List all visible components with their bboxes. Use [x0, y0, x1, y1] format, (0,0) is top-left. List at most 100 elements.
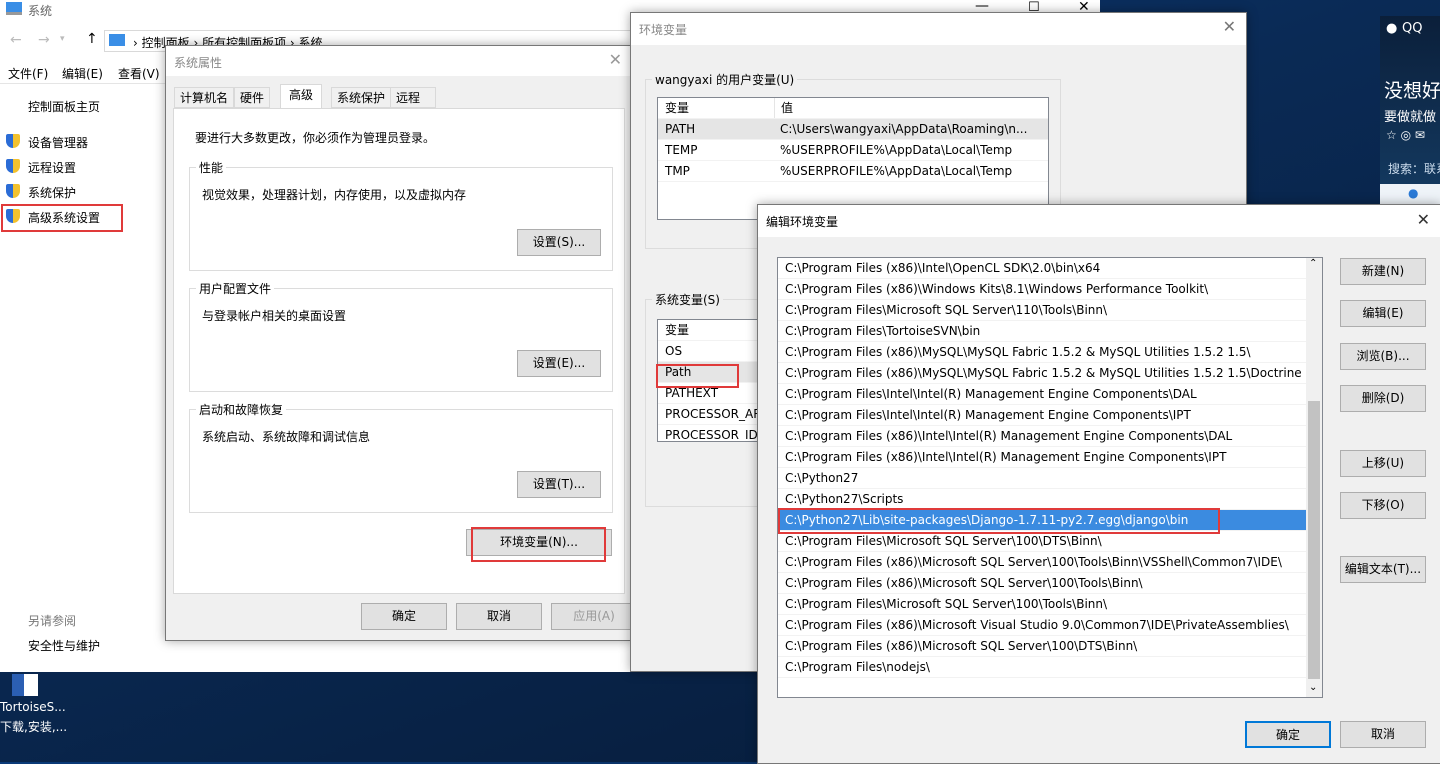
new-button[interactable]: 新建(N) — [1340, 258, 1426, 285]
path-list-item[interactable]: C:\Program Files (x86)\MySQL\MySQL Fabri… — [778, 342, 1306, 363]
group-label: 性能 — [196, 159, 227, 176]
table-row[interactable]: TEMP %USERPROFILE%\AppData\Local\Temp — [658, 140, 1048, 161]
variable-value: C:\Users\wangyaxi\AppData\Roaming\n... — [780, 122, 1028, 136]
highlight-box — [471, 527, 606, 562]
up-icon[interactable]: ↑ — [86, 31, 98, 47]
variable-value: %USERPROFILE%\AppData\Local\Temp — [780, 164, 1013, 178]
user-variables-table[interactable]: 变量值 PATH C:\Users\wangyaxi\AppData\Roamin… — [657, 97, 1049, 220]
table-row[interactable]: TMP %USERPROFILE%\AppData\Local\Temp — [658, 161, 1048, 182]
table-row[interactable]: PATH C:\Users\wangyaxi\AppData\Roaming\n.… — [658, 119, 1048, 140]
menu-divider — [0, 83, 165, 84]
path-list-item[interactable]: C:\Program Files (x86)\Microsoft SQL Ser… — [778, 636, 1306, 657]
path-list-item[interactable]: C:\Python27 — [778, 468, 1306, 489]
variable-name: TMP — [665, 164, 690, 178]
edit-button[interactable]: 编辑(E) — [1340, 300, 1426, 327]
title-bar — [166, 46, 632, 76]
qq-panel: ● QQ 没想好 要做就做 ☆ ◎ ✉ 搜索：联系 — [1380, 16, 1440, 184]
qq-star-icon[interactable]: ☆ ◎ ✉ — [1386, 128, 1425, 142]
group-description: 视觉效果，处理器计划，内存使用，以及虚拟内存 — [202, 188, 467, 202]
cancel-button[interactable]: 取消 — [1340, 721, 1426, 748]
sidebar-remote-settings[interactable]: 远程设置 — [28, 159, 76, 176]
path-list[interactable]: C:\Program Files (x86)\Intel\OpenCL SDK\… — [777, 257, 1323, 698]
path-list-item[interactable]: C:\Program Files (x86)\Intel\Intel(R) Ma… — [778, 447, 1306, 468]
scrollbar-thumb[interactable] — [1308, 401, 1320, 679]
forward-icon[interactable]: → — [38, 32, 50, 48]
window-title: 系统 — [28, 4, 53, 18]
admin-note: 要进行大多数更改，你必须作为管理员登录。 — [195, 131, 436, 145]
column-header-value[interactable]: 值 — [774, 98, 1048, 118]
sidebar-system-protection[interactable]: 系统保护 — [28, 184, 76, 201]
path-list-item[interactable]: C:\Python27\Scripts — [778, 489, 1306, 510]
ok-button[interactable]: 确定 — [361, 603, 447, 630]
qq-title: QQ — [1402, 21, 1423, 36]
browse-button[interactable]: 浏览(B)... — [1340, 343, 1426, 370]
cancel-button[interactable]: 取消 — [456, 603, 542, 630]
tab-advanced[interactable]: 高级 — [280, 84, 323, 109]
menu-edit[interactable]: 编辑(E) — [62, 65, 103, 82]
tab-hardware[interactable]: 硬件 — [234, 87, 271, 108]
move-down-button[interactable]: 下移(O) — [1340, 492, 1426, 519]
profile-settings-button[interactable]: 设置(E)... — [517, 350, 601, 377]
path-list-item[interactable]: C:\Program Files\Intel\Intel(R) Manageme… — [778, 405, 1306, 426]
close-icon[interactable]: ✕ — [609, 50, 622, 69]
apply-button[interactable]: 应用(A) — [551, 603, 637, 630]
performance-settings-button[interactable]: 设置(S)... — [517, 229, 601, 256]
scroll-down-icon[interactable]: ⌄ — [1309, 682, 1317, 693]
back-icon[interactable]: ← — [10, 32, 22, 48]
highlight-box — [1, 204, 123, 232]
contact-icon[interactable]: ● — [1408, 186, 1418, 200]
chevron-down-icon[interactable]: ▾ — [60, 34, 65, 44]
move-up-button[interactable]: 上移(U) — [1340, 450, 1426, 477]
table-header: 变量值 — [658, 98, 1048, 119]
path-list-item[interactable]: C:\Program Files (x86)\Microsoft SQL Ser… — [778, 573, 1306, 594]
path-list-item[interactable]: C:\Program Files (x86)\Microsoft SQL Ser… — [778, 552, 1306, 573]
tab-system-protection[interactable]: 系统保护 — [331, 87, 392, 108]
path-list-item[interactable]: C:\Program Files\Microsoft SQL Server\11… — [778, 300, 1306, 321]
menu-file[interactable]: 文件(F) — [8, 65, 48, 82]
path-list-item[interactable]: C:\Program Files (x86)\Microsoft Visual … — [778, 615, 1306, 636]
dialog-title: 编辑环境变量 — [766, 215, 839, 229]
path-list-item[interactable]: C:\Program Files (x86)\Intel\OpenCL SDK\… — [778, 258, 1306, 279]
tab-remote[interactable]: 远程 — [390, 87, 436, 108]
tab-panel: 要进行大多数更改，你必须作为管理员登录。 性能 视觉效果，处理器计划，内存使用，… — [173, 108, 625, 594]
group-label: 系统变量(S) — [652, 291, 723, 308]
group-description: 系统启动、系统故障和调试信息 — [202, 430, 371, 444]
startup-settings-button[interactable]: 设置(T)... — [517, 471, 601, 498]
scroll-up-icon[interactable]: ⌃ — [1309, 258, 1317, 269]
close-icon[interactable]: ✕ — [1417, 210, 1430, 229]
qq-logo-icon: ● — [1386, 21, 1398, 36]
group-label: 启动和故障恢复 — [196, 401, 287, 418]
qq-search[interactable]: 搜索：联系 — [1388, 160, 1440, 177]
path-list-item[interactable]: C:\Program Files\Intel\Intel(R) Manageme… — [778, 384, 1306, 405]
title-bar — [758, 205, 1440, 237]
tab-computer-name[interactable]: 计算机名 — [174, 87, 235, 108]
path-list-item[interactable]: C:\Program Files\nodejs\ — [778, 657, 1306, 678]
path-list-item[interactable]: C:\Program Files\Microsoft SQL Server\10… — [778, 594, 1306, 615]
see-also-label: 另请参阅 — [28, 614, 77, 628]
path-list-item[interactable]: C:\Program Files (x86)\Windows Kits\8.1\… — [778, 279, 1306, 300]
close-icon[interactable]: ✕ — [1223, 17, 1236, 36]
menu-view[interactable]: 查看(V) — [118, 65, 160, 82]
edit-environment-variable-dialog: 编辑环境变量 ✕ C:\Program Files (x86)\Intel\Op… — [757, 204, 1440, 764]
edit-text-button[interactable]: 编辑文本(T)... — [1340, 556, 1426, 583]
sidebar-device-manager[interactable]: 设备管理器 — [28, 134, 88, 151]
shield-icon — [6, 159, 20, 173]
path-list-item[interactable]: C:\Program Files\TortoiseSVN\bin — [778, 321, 1306, 342]
scrollbar[interactable]: ⌃ ⌄ — [1306, 258, 1322, 697]
system-icon — [6, 2, 22, 15]
path-list-item[interactable]: C:\Program Files\Microsoft SQL Server\10… — [778, 531, 1306, 552]
performance-group: 性能 视觉效果，处理器计划，内存使用，以及虚拟内存 设置(S)... — [189, 159, 613, 271]
qq-tab-bar: ● — [1380, 184, 1440, 206]
delete-button[interactable]: 删除(D) — [1340, 385, 1426, 412]
column-header-variable[interactable]: 变量 — [658, 98, 774, 118]
ok-button[interactable]: 确定 — [1245, 721, 1331, 748]
sidebar-home-link[interactable]: 控制面板主页 — [28, 98, 100, 115]
shield-icon — [6, 134, 20, 148]
system-icon — [109, 34, 125, 46]
group-label: 用户配置文件 — [196, 280, 275, 297]
group-description: 与登录帐户相关的桌面设置 — [202, 309, 347, 323]
security-maintenance-link[interactable]: 安全性与维护 — [28, 637, 100, 654]
path-list-item[interactable]: C:\Program Files (x86)\Intel\Intel(R) Ma… — [778, 426, 1306, 447]
desktop-icon[interactable]: TortoiseS... 下载,安装,... — [0, 672, 70, 742]
path-list-item[interactable]: C:\Program Files (x86)\MySQL\MySQL Fabri… — [778, 363, 1317, 384]
